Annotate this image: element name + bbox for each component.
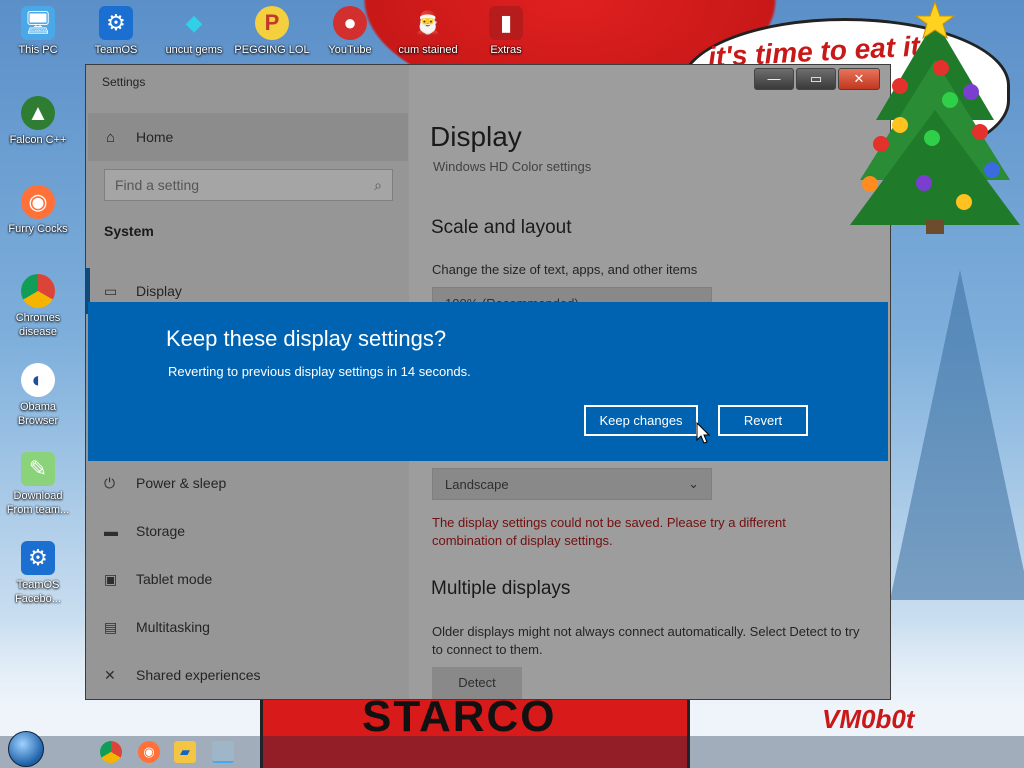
desktop-icon-label: Extras	[490, 44, 522, 56]
gear-icon: ⚙	[99, 6, 133, 40]
extras-icon: ▮	[489, 6, 523, 40]
desktop-icon-chrome[interactable]: Chromes disease	[0, 274, 76, 339]
file-explorer-taskbar-icon[interactable]: ▰	[174, 741, 196, 763]
settings-taskbar-icon[interactable]	[212, 741, 234, 763]
santa-icon: 🎅	[414, 10, 442, 35]
keep-changes-button[interactable]: Keep changes	[584, 405, 698, 436]
dialog-message: Reverting to previous display settings i…	[168, 364, 471, 379]
desktop-icon-label: uncut gems	[165, 44, 223, 56]
desktop-icon-falcon[interactable]: ▲ Falcon C++	[0, 96, 76, 147]
desktop-icon-youtube[interactable]: ● YouTube	[312, 6, 388, 57]
desktop-icon-label: Download From team...	[6, 490, 70, 516]
start-button[interactable]	[8, 731, 44, 767]
desktop-icon-label: This PC	[18, 44, 58, 56]
revert-button[interactable]: Revert	[718, 405, 808, 436]
desktop-icon-pegging[interactable]: P PEGGING LOL	[234, 6, 310, 57]
desktop-icon-download[interactable]: ✎ Download From team...	[0, 452, 76, 517]
falcon-icon: ▲	[21, 96, 55, 130]
p-logo-icon: P	[255, 6, 289, 40]
dialog-title: Keep these display settings?	[166, 326, 447, 351]
desktop-icon-teamos-facebook[interactable]: ⚙ TeamOS Facebo...	[0, 541, 76, 606]
desktop-icon-label: TeamOS	[94, 44, 138, 56]
computer-icon: 🖥	[21, 6, 55, 40]
minimize-button[interactable]: —	[754, 68, 794, 90]
chrome-taskbar-icon[interactable]	[100, 741, 122, 763]
chrome-icon	[21, 274, 55, 308]
mouse-cursor-icon	[696, 422, 710, 444]
notepad-icon: ✎	[21, 452, 55, 486]
gear-icon: ⚙	[21, 541, 55, 575]
desktop-icon-label: Chromes disease	[15, 312, 61, 338]
desktop-icon-label: Obama Browser	[17, 401, 59, 427]
maximize-button[interactable]: ▭	[796, 68, 836, 90]
christmas-tree-decoration	[850, 0, 1020, 234]
desktop-icon-extras[interactable]: ▮ Extras	[468, 6, 544, 57]
desktop-icon-label: Furry Cocks	[8, 223, 68, 235]
firefox-icon: ◉	[21, 185, 55, 219]
obama-logo-icon: ◐	[21, 363, 55, 397]
gem-icon: ◆	[185, 10, 203, 35]
wallpaper-signature: VM0b0t	[822, 704, 915, 734]
angry-bird-icon: ●	[333, 6, 367, 40]
desktop-icon-this-pc[interactable]: 🖥 This PC	[0, 6, 76, 57]
desktop-icon-cum-stained[interactable]: 🎅 cum stained	[390, 6, 466, 57]
desktop-icon-obama-browser[interactable]: ◐ Obama Browser	[0, 363, 76, 428]
desktop-icon-uncut-gems[interactable]: ◆ uncut gems	[156, 6, 232, 57]
desktop-icon-label: YouTube	[328, 44, 372, 56]
desktop-icon-label: cum stained	[398, 44, 458, 56]
desktop-icon-firefox[interactable]: ◉ Furry Cocks	[0, 185, 76, 236]
desktop-icon-label: PEGGING LOL	[234, 44, 310, 56]
keep-settings-dialog: Keep these display settings? Reverting t…	[88, 302, 888, 461]
firefox-taskbar-icon[interactable]: ◉	[138, 741, 160, 763]
wallpaper-background-tree	[890, 270, 1024, 600]
desktop-icon-teamos[interactable]: ⚙ TeamOS	[78, 6, 154, 57]
desktop-icon-label: Falcon C++	[9, 134, 67, 146]
desktop-icon-label: TeamOS Facebo...	[15, 579, 61, 605]
